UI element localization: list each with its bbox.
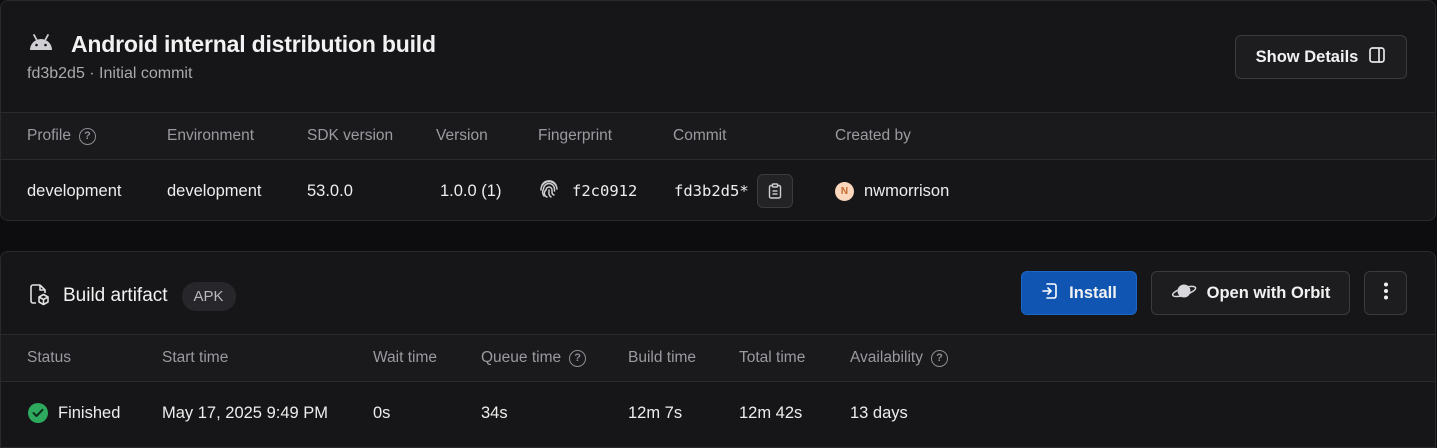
- header-commit: Commit: [673, 127, 727, 144]
- version-value: 1.0.0 (1): [440, 181, 502, 200]
- details-table-row: development development 53.0.0 1.0.0 (1)…: [1, 160, 1435, 220]
- header-status: Status: [27, 349, 71, 366]
- artifact-type-badge: APK: [181, 281, 236, 311]
- status-table-row: Finished May 17, 2025 9:49 PM 0s 34s 12m…: [1, 382, 1435, 444]
- wait-time-value: 0s: [373, 403, 391, 422]
- header-start-time: Start time: [162, 349, 229, 366]
- artifact-title-row: Build artifact APK: [27, 281, 236, 311]
- sdk-version-value: 53.0.0: [307, 181, 353, 200]
- commit-cell: fd3b2d5*: [674, 160, 793, 220]
- header-availability-label: Availability: [850, 349, 923, 366]
- status-cell: Finished: [28, 382, 120, 444]
- clipboard-icon: [768, 183, 781, 199]
- open-with-orbit-label: Open with Orbit: [1206, 283, 1331, 302]
- show-details-label: Show Details: [1255, 47, 1359, 66]
- fingerprint-icon: [538, 178, 560, 205]
- more-options-button[interactable]: [1364, 271, 1407, 315]
- help-icon[interactable]: ?: [569, 349, 587, 367]
- build-artifact-card: Build artifact APK Install Open with Orb…: [0, 251, 1436, 448]
- start-time-value: May 17, 2025 9:49 PM: [162, 403, 329, 422]
- created-by-value: nwmorrison: [864, 181, 950, 200]
- open-with-orbit-button[interactable]: Open with Orbit: [1151, 271, 1350, 315]
- help-icon[interactable]: ?: [930, 349, 948, 367]
- header-queue-time: Queue time ?: [481, 335, 587, 381]
- build-title-row: Android internal distribution build: [27, 31, 436, 58]
- header-wait-time: Wait time: [373, 349, 438, 366]
- package-file-icon: [27, 282, 51, 311]
- profile-value: development: [27, 181, 122, 200]
- status-table-header: Status Start time Wait time Queue time ?…: [1, 334, 1435, 382]
- header-environment: Environment: [167, 127, 255, 144]
- show-details-button[interactable]: Show Details: [1235, 35, 1407, 79]
- more-vertical-icon: [1383, 281, 1389, 306]
- avatar: N: [835, 181, 854, 201]
- android-icon: [27, 32, 55, 57]
- planet-icon: [1171, 280, 1197, 307]
- commit-link[interactable]: fd3b2d5*: [674, 182, 749, 200]
- header-build-time: Build time: [628, 349, 697, 366]
- install-label: Install: [1069, 283, 1117, 302]
- header-created-by: Created by: [835, 127, 911, 144]
- details-table-header: Profile ? Environment SDK version Versio…: [1, 112, 1435, 160]
- queue-time-value: 34s: [481, 403, 508, 422]
- header-sdk-version: SDK version: [307, 127, 394, 144]
- fingerprint-value: f2c0912: [572, 182, 638, 200]
- header-profile-label: Profile: [27, 127, 71, 144]
- build-subtitle: fd3b2d5 · Initial commit: [27, 65, 193, 82]
- environment-value: development: [167, 181, 262, 200]
- build-time-value: 12m 7s: [628, 403, 683, 422]
- header-availability: Availability ?: [850, 335, 948, 381]
- check-circle-icon: [28, 403, 48, 423]
- header-queue-time-label: Queue time: [481, 349, 562, 366]
- created-by-cell[interactable]: N nwmorrison: [835, 160, 950, 220]
- availability-value: 13 days: [850, 403, 908, 422]
- fingerprint-cell[interactable]: f2c0912: [538, 160, 638, 220]
- artifact-title: Build artifact: [63, 285, 168, 306]
- sidebar-panel-icon: [1368, 46, 1386, 69]
- help-icon[interactable]: ?: [78, 127, 96, 145]
- install-button[interactable]: Install: [1021, 271, 1137, 315]
- install-icon: [1041, 281, 1059, 306]
- status-value: Finished: [58, 403, 121, 422]
- header-fingerprint: Fingerprint: [538, 127, 613, 144]
- total-time-value: 12m 42s: [739, 403, 803, 422]
- header-total-time: Total time: [739, 349, 806, 366]
- copy-commit-button[interactable]: [756, 174, 793, 208]
- header-version: Version: [436, 127, 488, 144]
- build-title: Android internal distribution build: [71, 31, 436, 57]
- build-details-card: Android internal distribution build fd3b…: [0, 0, 1436, 221]
- header-profile: Profile ?: [27, 113, 96, 159]
